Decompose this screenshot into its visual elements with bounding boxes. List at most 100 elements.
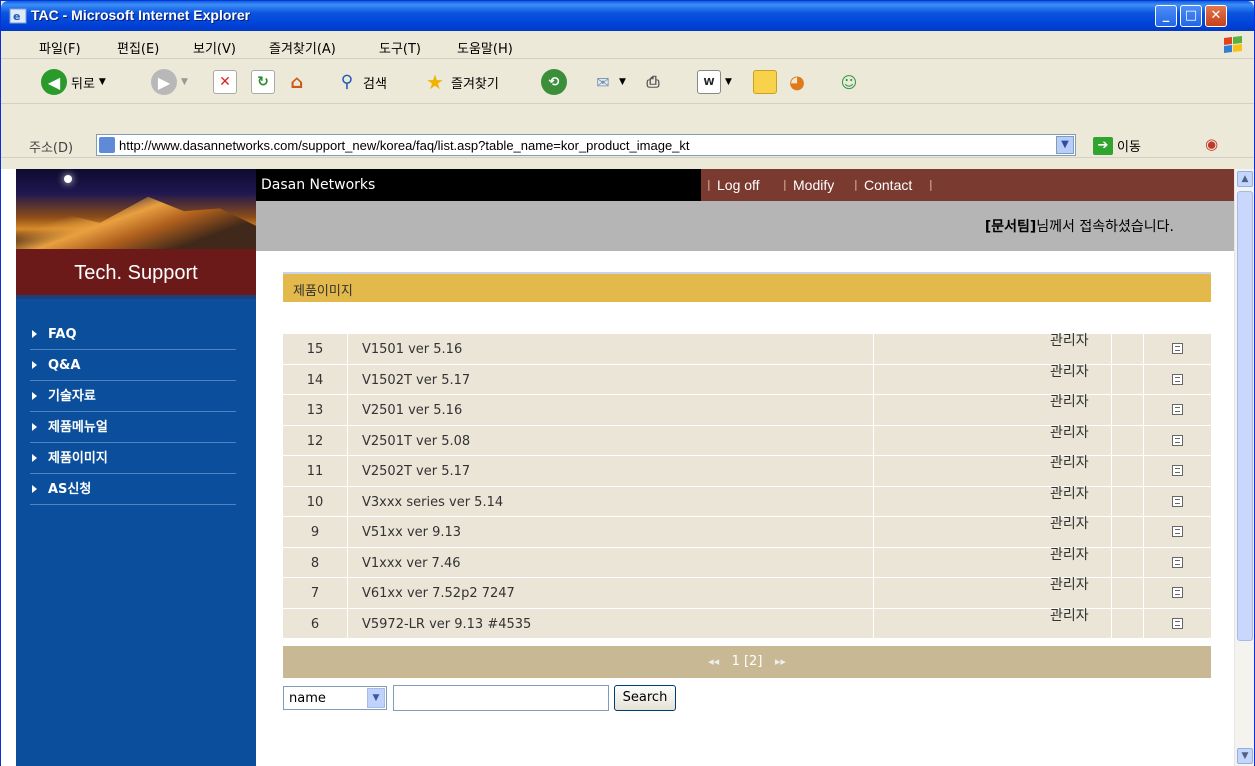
address-label: 주소(D): [29, 141, 74, 156]
prev-page-icon[interactable]: ◂◂: [708, 655, 719, 668]
row-number: 13: [283, 395, 348, 425]
search-button[interactable]: Search: [614, 685, 676, 711]
edit-button[interactable]: W ▼: [697, 68, 732, 96]
row-attachment[interactable]: [1143, 456, 1211, 486]
row-title[interactable]: V3xxx series ver 5.14: [349, 486, 874, 516]
row-attachment[interactable]: [1143, 486, 1211, 516]
logoff-link[interactable]: Log off: [717, 169, 760, 201]
search-button[interactable]: ⚲ 검색: [335, 68, 387, 96]
row-attachment[interactable]: [1143, 517, 1211, 547]
chevron-down-icon[interactable]: ▼: [367, 688, 385, 708]
sidebar-item-faq[interactable]: FAQ: [30, 319, 236, 350]
vertical-scrollbar[interactable]: ▲ ▼: [1234, 169, 1254, 766]
sidebar-item-as-request[interactable]: AS신청: [30, 474, 236, 505]
row-attachment[interactable]: [1143, 547, 1211, 577]
row-author: 관리자: [1050, 607, 1089, 624]
ie-icon: e: [9, 8, 27, 24]
row-attachment[interactable]: [1143, 395, 1211, 425]
search-input[interactable]: [393, 685, 609, 711]
discuss-button[interactable]: [753, 68, 777, 96]
row-title[interactable]: V2501T ver 5.08: [349, 425, 874, 455]
menu-view[interactable]: 보기(V): [193, 38, 236, 57]
row-title[interactable]: V2501 ver 5.16: [349, 395, 874, 425]
row-number: 7: [283, 578, 348, 608]
row-title[interactable]: V2502T ver 5.17: [349, 456, 874, 486]
next-page-icon[interactable]: ▸▸: [775, 655, 786, 668]
menu-file[interactable]: 파일(F): [39, 38, 81, 57]
scroll-thumb[interactable]: [1237, 191, 1253, 641]
row-attachment[interactable]: [1143, 364, 1211, 394]
greeting-text: 님께서 접속하셨습니다.: [1036, 219, 1174, 235]
greeting: [문서팀]님께서 접속하셨습니다.: [985, 216, 1174, 236]
row-attachment[interactable]: [1143, 334, 1211, 364]
row-title[interactable]: V1xxx ver 7.46: [349, 547, 874, 577]
company-name: Dasan Networks: [256, 169, 701, 201]
forward-button[interactable]: ▶ ▼: [151, 68, 188, 96]
row-author: 관리자: [1050, 577, 1089, 593]
search-icon: ⚲: [340, 72, 354, 92]
printer-icon: ⎙: [646, 72, 660, 91]
menu-tools[interactable]: 도구(T): [379, 38, 421, 57]
row-title[interactable]: V5972-LR ver 9.13 #4535: [349, 608, 874, 638]
page-numbers[interactable]: 1 [2]: [732, 654, 763, 669]
minimize-button[interactable]: _: [1155, 5, 1177, 27]
row-attachment[interactable]: [1143, 425, 1211, 455]
row-title[interactable]: V1501 ver 5.16: [349, 334, 874, 364]
windows-logo-icon: [1224, 36, 1242, 53]
row-author: 관리자: [1050, 333, 1089, 349]
menu-help[interactable]: 도움말(H): [457, 38, 513, 57]
mail-button[interactable]: ✉ ▼: [591, 68, 626, 96]
translate-icon[interactable]: ◉: [1205, 135, 1218, 153]
separator: |: [783, 178, 787, 191]
sidebar-item-qna[interactable]: Q&A: [30, 350, 236, 381]
row-title[interactable]: V1502T ver 5.17: [349, 364, 874, 394]
sidebar-item-manuals[interactable]: 제품메뉴얼: [30, 412, 236, 443]
close-button[interactable]: ✕: [1205, 5, 1227, 27]
table-row[interactable]: 6 V5972-LR ver 9.13 #4535 관리자: [283, 608, 1211, 639]
modify-link[interactable]: Modify: [793, 169, 834, 201]
row-number: 12: [283, 425, 348, 455]
word-icon: W: [697, 70, 721, 94]
arrow-right-icon: [32, 392, 37, 400]
file-icon: [1172, 373, 1183, 385]
sidebar-item-label: FAQ: [48, 327, 77, 342]
refresh-button[interactable]: ↻: [251, 68, 275, 96]
messenger-button[interactable]: ☺: [837, 68, 861, 96]
search-field-select[interactable]: name ▼: [283, 686, 387, 710]
scroll-up-icon[interactable]: ▲: [1237, 171, 1253, 187]
maximize-button[interactable]: □: [1180, 5, 1202, 27]
favorites-label: 즐겨찾기: [451, 76, 499, 92]
row-author: 관리자: [1050, 516, 1089, 532]
row-attachment[interactable]: [1143, 608, 1211, 638]
stop-button[interactable]: ✕: [213, 68, 237, 96]
print-button[interactable]: ⎙: [641, 68, 665, 96]
address-input[interactable]: http://www.dasannetworks.com/support_new…: [96, 134, 1076, 156]
chevron-down-icon[interactable]: ▼: [1056, 136, 1074, 154]
row-title[interactable]: V61xx ver 7.52p2 7247: [349, 578, 874, 608]
contact-link[interactable]: Contact: [864, 169, 912, 201]
go-button[interactable]: ➔ 이동: [1093, 136, 1141, 155]
menu-edit[interactable]: 편집(E): [117, 38, 159, 57]
sidebar-item-product-images[interactable]: 제품이미지: [30, 443, 236, 474]
file-icon: [1172, 556, 1183, 568]
history-button[interactable]: ⟲: [541, 68, 567, 96]
section-title: 제품이미지: [293, 284, 353, 299]
address-url: http://www.dasannetworks.com/support_new…: [119, 138, 690, 153]
row-author: 관리자: [1050, 485, 1089, 502]
sidebar-item-label: Q&A: [48, 358, 81, 373]
home-button[interactable]: ⌂: [285, 68, 309, 96]
refresh-icon: ↻: [251, 70, 275, 94]
favorites-button[interactable]: ★ 즐겨찾기: [423, 68, 499, 96]
row-attachment[interactable]: [1143, 578, 1211, 608]
back-label: 뒤로: [71, 76, 95, 92]
row-title[interactable]: V51xx ver 9.13: [349, 517, 874, 547]
research-button[interactable]: ◕: [785, 68, 809, 96]
back-button[interactable]: ◀ 뒤로 ▼: [41, 68, 106, 96]
pagination: ◂◂ 1 [2] ▸▸: [283, 646, 1211, 678]
menu-favorites[interactable]: 즐겨찾기(A): [269, 38, 336, 57]
row-author: 관리자: [1050, 394, 1089, 410]
sidebar-item-label: 기술자료: [48, 389, 96, 404]
sidebar-item-tech-docs[interactable]: 기술자료: [30, 381, 236, 412]
scroll-down-icon[interactable]: ▼: [1237, 748, 1253, 764]
svg-text:e: e: [13, 10, 20, 23]
